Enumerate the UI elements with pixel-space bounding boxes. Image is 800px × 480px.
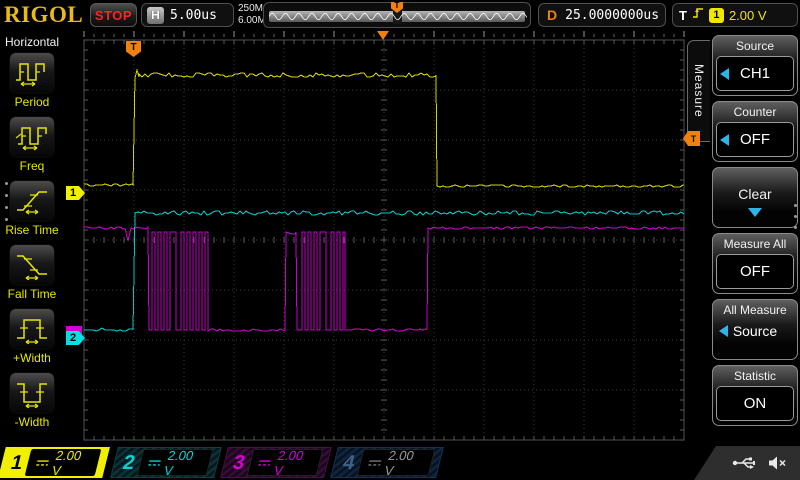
clear-button[interactable]: Clear [712, 167, 798, 228]
h-badge: H [147, 7, 164, 24]
down-arrow-icon [748, 208, 762, 217]
counter-value: OFF [716, 122, 794, 157]
left-arrow-icon [719, 325, 728, 337]
scope-graticule-and-traces [64, 30, 686, 446]
source-button[interactable]: Source CH1 [712, 35, 798, 96]
measure-all-value: OFF [716, 254, 794, 289]
dc-coupling-icon [367, 458, 383, 468]
measure-all-button[interactable]: Measure All OFF [712, 233, 798, 294]
dc-coupling-icon [35, 458, 51, 468]
channel-2-scale: 2.00 V [163, 448, 206, 478]
horizontal-scale-box[interactable]: H 5.00us [141, 3, 234, 27]
oscilloscope-screen: RIGOL STOP H 5.00us 250MSa/s 6.00M pts T… [0, 0, 800, 480]
menu-item-label: Rise Time [5, 223, 58, 237]
left-menu-title: Horizontal [0, 30, 64, 52]
trigger-level-marker[interactable]: T [683, 131, 700, 146]
channel-status-bar: 1 2.00 V 2 2.00 V 3 [0, 446, 800, 480]
left-menu-page-dots [5, 182, 8, 221]
left-arrow-icon [720, 134, 729, 146]
trigger-box[interactable]: T 1 2.00 V [672, 3, 798, 27]
system-status-area [694, 446, 800, 480]
menu-item-label: -Width [15, 415, 50, 429]
waveform-display: T 1 2 [64, 30, 686, 446]
rise-time-icon[interactable] [9, 180, 55, 222]
menu-item-minus-width[interactable]: -Width [0, 372, 64, 436]
channel-4-scale: 2.00 V [383, 448, 428, 478]
trigger-label: T [679, 8, 687, 23]
window-center-marker[interactable] [377, 31, 389, 40]
delay-value: 25.0000000us [565, 8, 659, 23]
statistic-button[interactable]: Statistic ON [712, 365, 798, 426]
measure-menu-panel: Measure T Source CH1 Counter OFF Clear [686, 30, 800, 446]
timebase-value: 5.00us [170, 8, 217, 23]
channel-1-label[interactable]: 1 2.00 V [0, 447, 110, 478]
top-status-bar: RIGOL STOP H 5.00us 250MSa/s 6.00M pts T… [0, 0, 800, 30]
all-measure-source-value: Source [716, 319, 794, 343]
statistic-value: ON [716, 386, 794, 421]
period-icon[interactable] [9, 52, 55, 94]
freq-icon[interactable] [9, 116, 55, 158]
memory-waveform-preview [269, 11, 527, 22]
usb-icon[interactable] [732, 456, 758, 470]
dc-coupling-icon [257, 458, 273, 468]
speaker-muted-icon[interactable] [768, 456, 787, 470]
counter-button[interactable]: Counter OFF [712, 101, 798, 162]
menu-item-rise-time[interactable]: Rise Time [0, 180, 64, 244]
all-measure-source-button[interactable]: All Measure Source [712, 299, 798, 360]
menu-item-fall-time[interactable]: Fall Time [0, 244, 64, 308]
plus-width-icon[interactable] [9, 308, 55, 350]
menu-item-period[interactable]: Period [0, 52, 64, 116]
measure-tab[interactable]: Measure [687, 40, 710, 142]
minus-width-icon[interactable] [9, 372, 55, 414]
channel-4-label[interactable]: 4 2.00 V [330, 447, 444, 478]
fall-time-icon[interactable] [9, 244, 55, 286]
rising-edge-icon [692, 5, 704, 25]
menu-item-label: +Width [13, 351, 51, 365]
channel-2-label[interactable]: 2 2.00 V [110, 447, 222, 478]
memory-timeline[interactable]: T [263, 2, 531, 28]
menu-item-label: Fall Time [8, 287, 57, 301]
menu-buttons: Source CH1 Counter OFF Clear Measure All [712, 35, 798, 426]
right-menu-page-dots [794, 204, 797, 229]
run-state-button[interactable]: STOP [90, 3, 137, 27]
channel-3-label[interactable]: 3 2.00 V [220, 447, 332, 478]
channel-1-scale: 2.00 V [51, 448, 94, 478]
channel-3-scale: 2.00 V [273, 448, 316, 478]
left-arrow-icon [720, 68, 729, 80]
menu-item-label: Freq [20, 159, 45, 173]
trigger-source-badge: 1 [709, 8, 724, 23]
source-value: CH1 [716, 56, 794, 91]
delay-box[interactable]: D 25.0000000us [538, 3, 666, 27]
menu-item-plus-width[interactable]: +Width [0, 308, 64, 372]
delay-label: D [547, 7, 557, 23]
menu-item-label: Period [15, 95, 50, 109]
menu-item-freq[interactable]: Freq [0, 116, 64, 180]
trigger-level-value: 2.00 V [729, 8, 767, 23]
dc-coupling-icon [147, 458, 163, 468]
horizontal-measure-menu: Horizontal Period Freq [0, 30, 64, 446]
rigol-logo: RIGOL [4, 2, 88, 28]
